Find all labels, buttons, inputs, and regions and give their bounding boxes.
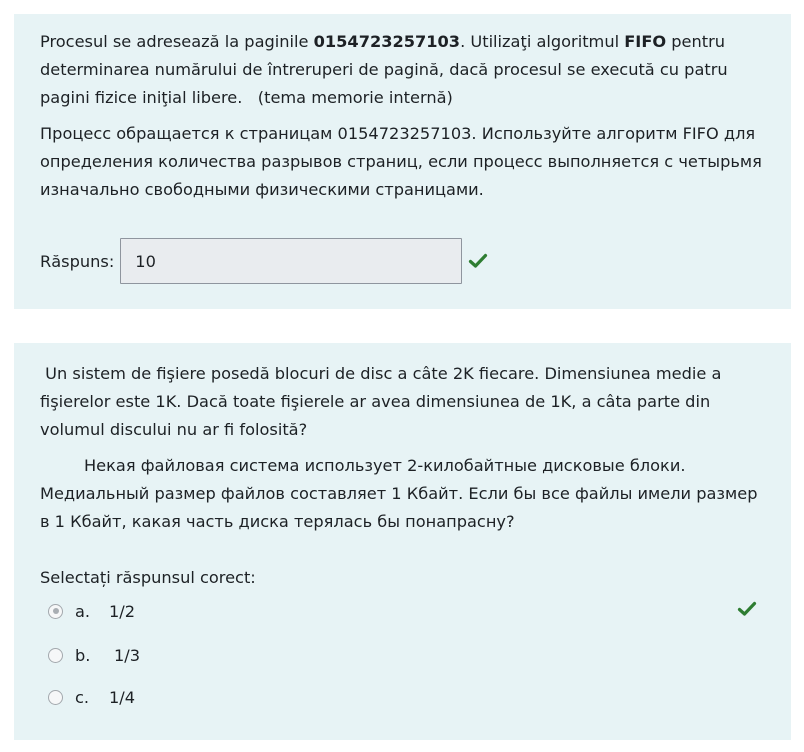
algorithm-name: FIFO — [624, 32, 667, 51]
question-1-text-part: pentru — [666, 32, 726, 51]
option-text: 1/4 — [109, 687, 136, 707]
option-letter: b. — [75, 645, 91, 665]
question-2-text-line: Un sistem de fişiere posedă blocuri de d… — [40, 364, 722, 383]
question-2-text-line: fişierelor este 1K. Dacă toate fişierele… — [40, 392, 711, 411]
option-a[interactable]: a. 1/2 — [48, 597, 135, 625]
check-icon — [737, 599, 757, 619]
radio-button[interactable] — [48, 603, 63, 619]
question-1-text-ru: Процесс обращается к страницам 015472325… — [40, 120, 775, 204]
option-b[interactable]: b. 1/3 — [48, 641, 140, 669]
question-1-text-line: determinarea numărului de întreruperi de… — [40, 60, 728, 79]
question-2-text-ru: Некая файловая система использует 2-кило… — [40, 452, 775, 536]
question-2-text-line: volumul discului nu ar fi folosită? — [40, 420, 308, 439]
radio-button[interactable] — [48, 689, 63, 705]
question-1-text-part: . Utilizaţi algoritmul — [460, 32, 625, 51]
check-icon — [468, 251, 488, 271]
radio-button[interactable] — [48, 647, 63, 663]
page-sequence: 0154723257103 — [313, 32, 461, 51]
option-text: 1/2 — [109, 601, 136, 621]
option-letter: c. — [75, 687, 90, 707]
option-letter: a. — [75, 601, 91, 621]
question-1-ru-line: Процесс обращается к страницам 015472325… — [40, 124, 756, 143]
question-2-ru-line: в 1 Кбайт, какая часть диска терялась бы… — [40, 512, 515, 531]
question-2-card: Un sistem de fişiere posedă blocuri de d… — [14, 343, 791, 740]
question-1-ru-line: определения количества разрывов страниц,… — [40, 152, 762, 171]
option-c[interactable]: c. 1/4 — [48, 683, 135, 711]
option-text-value: 1/3 — [114, 645, 141, 665]
question-2-ru-line: Медиальный размер файлов составляет 1 Кб… — [40, 484, 758, 503]
question-2-ru-line: Некая файловая система использует 2-кило… — [84, 456, 686, 475]
question-1-ru-line: изначально свободными физическими страни… — [40, 180, 484, 199]
answer-field[interactable] — [120, 238, 463, 284]
option-text: 1/3 — [109, 646, 140, 665]
question-1-text-part: Procesul se adresează la paginile — [40, 32, 314, 51]
question-1-text-line: pagini fizice iniţial libere. (tema memo… — [40, 88, 453, 107]
question-2-text-ro: Un sistem de fişiere posedă blocuri de d… — [40, 360, 775, 444]
answer-label: Răspuns: — [40, 251, 115, 271]
select-prompt: Selectați răspunsul corect: — [40, 568, 256, 587]
question-1-text-ro: Procesul se adresează la paginile 015472… — [40, 28, 775, 112]
answer-row: Răspuns: — [40, 238, 488, 284]
question-1-card: Procesul se adresează la paginile 015472… — [14, 14, 791, 309]
